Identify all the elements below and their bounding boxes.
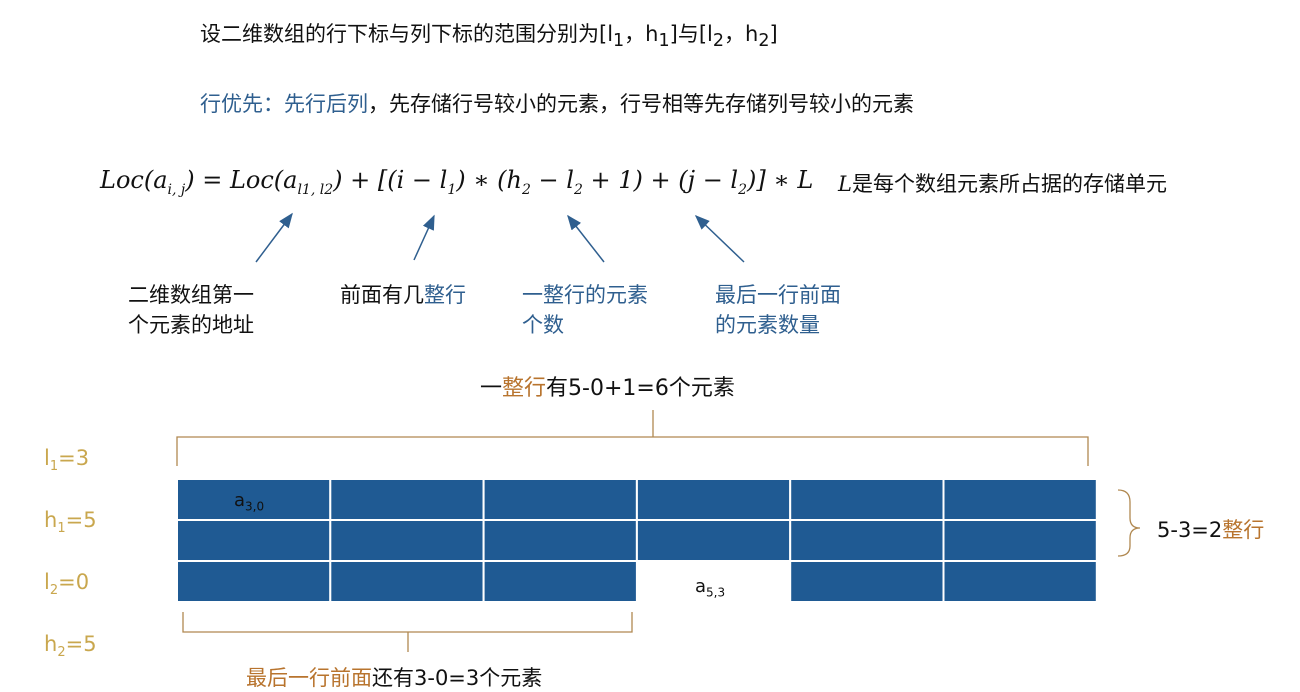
- bottom-note: 最后一行前面还有3-0=3个元素: [246, 666, 543, 690]
- array-cell: [789, 519, 945, 562]
- arrow-elements-per-row: [567, 214, 605, 263]
- array-cell: [482, 560, 638, 603]
- array-grid: [176, 478, 1098, 603]
- array-cell: [942, 519, 1098, 562]
- cell-a53-label: a5,3: [695, 576, 726, 600]
- array-cell: [942, 478, 1098, 521]
- array-cell: [482, 519, 638, 562]
- arrow-rows-before: [413, 214, 435, 261]
- array-cell: [329, 478, 485, 521]
- array-cell: [329, 519, 485, 562]
- bottom-brace: [182, 612, 633, 652]
- rows-result: 5-3=2整行: [1157, 518, 1265, 542]
- array-cell: [635, 478, 792, 521]
- arrow-last-row: [694, 214, 745, 263]
- array-cell: [942, 560, 1098, 603]
- top-brace: [176, 410, 1089, 466]
- right-brace: [1117, 489, 1141, 557]
- arrow-base-address: [255, 212, 293, 263]
- array-cell: [789, 478, 945, 521]
- array-cell: [789, 560, 945, 603]
- array-cell: [482, 478, 638, 521]
- diagram-graphics: [176, 212, 1141, 652]
- array-cell: [176, 519, 332, 562]
- array-cell: [329, 560, 485, 603]
- array-cell: [176, 560, 332, 603]
- array-cell: [635, 519, 792, 562]
- cell-a30-label: a3,0: [234, 490, 265, 514]
